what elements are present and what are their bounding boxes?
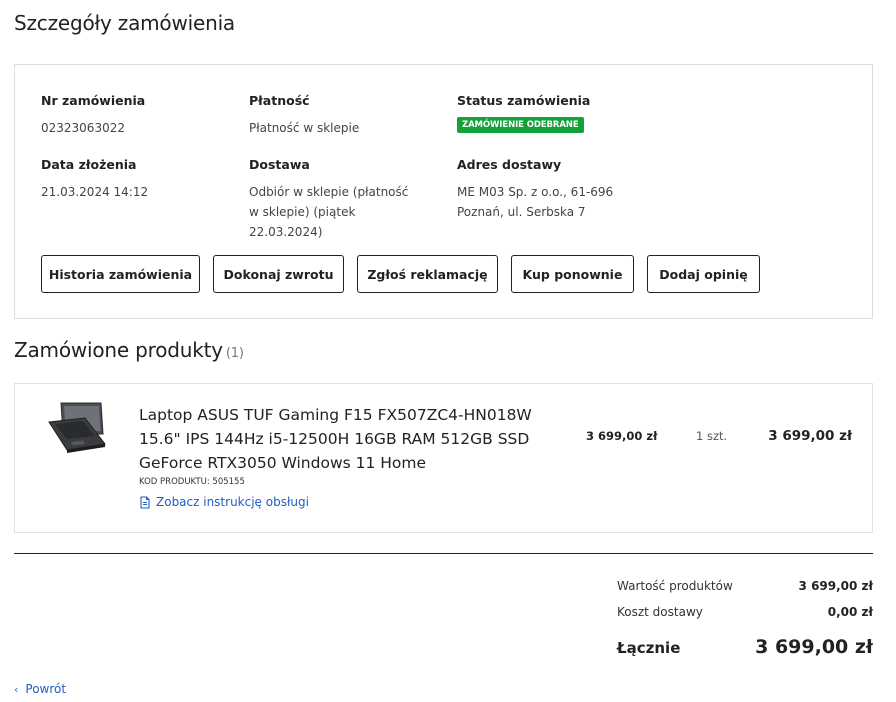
order-number-label: Nr zamówienia [41,93,146,108]
payment-value: Płatność w sklepie [249,121,360,135]
address-value: ME M03 Sp. z o.o., 61-696 Poznań, ul. Se… [457,182,657,222]
order-history-button[interactable]: Historia zamówienia [41,255,200,293]
buy-again-button[interactable]: Kup ponownie [511,255,634,293]
payment-field: Płatność Płatność w sklepie [249,93,439,138]
order-number-field: Nr zamówienia 02323063022 [41,93,231,138]
shipping-cost-label: Koszt dostawy [617,605,703,619]
status-badge: ZAMÓWIENIE ODEBRANE [457,117,584,133]
products-value-label: Wartość produktów [617,579,733,593]
shipping-cost-amount: 0,00 zł [827,605,873,619]
ordered-products-title: Zamówione produkty (1) [14,338,244,362]
total-amount: 3 699,00 zł [755,636,873,658]
product-code: KOD PRODUKTU: 505155 [139,477,245,487]
add-review-button[interactable]: Dodaj opinię [647,255,760,293]
order-date-value: 21.03.2024 14:12 [41,185,149,199]
status-label: Status zamówienia [457,93,591,108]
product-name[interactable]: Laptop ASUS TUF Gaming F15 FX507ZC4-HN01… [139,403,569,475]
manual-link-label: Zobacz instrukcję obsługi [156,495,309,509]
address-label: Adres dostawy [457,157,562,172]
laptop-icon[interactable] [47,400,107,456]
document-icon [140,495,150,509]
back-link[interactable]: ‹ Powrót [14,682,66,696]
manual-link[interactable]: Zobacz instrukcję obsługi [139,495,309,509]
products-value-amount: 3 699,00 zł [798,579,873,593]
line-total: 3 699,00 zł [768,428,852,444]
back-link-label: Powrót [25,682,67,696]
delivery-field: Dostawa Odbiór w sklepie (płatność w skl… [249,157,419,242]
address-field: Adres dostawy ME M03 Sp. z o.o., 61-696 … [457,157,657,222]
order-details-card: Nr zamówienia 02323063022 Płatność Płatn… [14,64,873,319]
return-button[interactable]: Dokonaj zwrotu [213,255,344,293]
delivery-label: Dostawa [249,157,310,172]
total-label: Łącznie [617,639,681,657]
order-details-page: Szczegóły zamówienia Nr zamówienia 02323… [0,0,896,702]
quantity: 1 szt. [696,429,728,443]
summary-divider [14,553,873,554]
status-field: Status zamówienia ZAMÓWIENIE ODEBRANE [457,93,647,133]
complaint-button[interactable]: Zgłoś reklamację [357,255,498,293]
unit-price: 3 699,00 zł [586,429,658,443]
ordered-products-count: (1) [225,346,244,361]
product-row: Laptop ASUS TUF Gaming F15 FX507ZC4-HN01… [14,383,873,533]
payment-label: Płatność [249,93,310,108]
address-line-2: Poznań, ul. Serbska 7 [457,205,586,219]
order-number-value: 02323063022 [41,121,125,135]
order-date-field: Data złożenia 21.03.2024 14:12 [41,157,231,202]
address-line-1: ME M03 Sp. z o.o., 61-696 [457,185,614,199]
ordered-products-label: Zamówione produkty [14,338,223,362]
page-title: Szczegóły zamówienia [14,11,235,35]
order-date-label: Data złożenia [41,157,137,172]
delivery-value: Odbiór w sklepie (płatność w sklepie) (p… [249,185,409,239]
chevron-left-icon: ‹ [14,682,19,696]
